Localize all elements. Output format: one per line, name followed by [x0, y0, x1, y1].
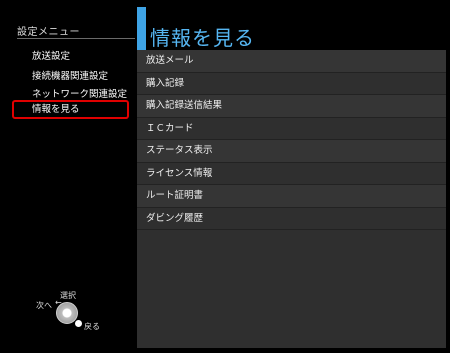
list-item-dubbing-history[interactable]: ダビング履歴 — [137, 208, 446, 230]
menu-item-broadcast-settings[interactable]: 放送設定 — [32, 48, 70, 62]
hint-next-label: 次へ — [36, 301, 52, 310]
settings-menu-title: 設定メニュー — [17, 27, 80, 38]
list-item-license-info[interactable]: ライセンス情報 — [137, 163, 446, 185]
settings-screen: 設定メニュー 放送設定 接続機器関連設定 ネットワーク関連設定 情報を見る 情報… — [0, 0, 450, 353]
info-list-panel: 放送メール 購入記録 購入記録送信結果 ＩＣカード ステータス表示 ライセンス情… — [137, 50, 446, 348]
menu-item-network-settings[interactable]: ネットワーク関連設定 — [32, 86, 127, 100]
menu-item-view-info[interactable]: 情報を見る — [12, 100, 129, 119]
menu-item-device-settings[interactable]: 接続機器関連設定 — [32, 68, 108, 82]
list-item-ic-card[interactable]: ＩＣカード — [137, 118, 446, 140]
list-item-broadcast-mail[interactable]: 放送メール — [137, 50, 446, 73]
list-item-purchase-record[interactable]: 購入記録 — [137, 73, 446, 95]
header-accent-bar — [137, 7, 146, 50]
list-item-status[interactable]: ステータス表示 — [137, 140, 446, 163]
list-item-root-certificate[interactable]: ルート証明書 — [137, 185, 446, 208]
hint-select-label: 選択 — [60, 291, 76, 300]
menu-divider — [17, 38, 135, 39]
back-button-icon — [75, 320, 82, 327]
menu-item-view-info-label: 情報を見る — [32, 104, 80, 115]
page-title: 情報を見る — [150, 26, 255, 50]
list-item-purchase-send-result[interactable]: 購入記録送信結果 — [137, 95, 446, 118]
hint-back-label: 戻る — [84, 322, 100, 331]
